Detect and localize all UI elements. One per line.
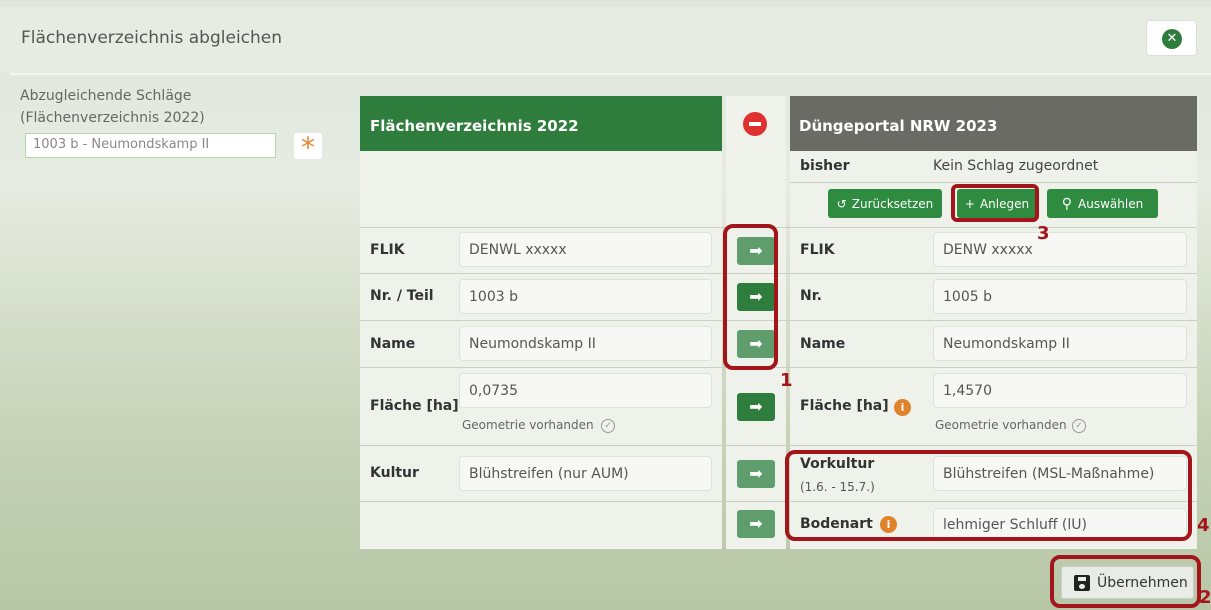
row-divider bbox=[360, 320, 1197, 321]
source-flik-label: FLIK bbox=[370, 242, 405, 258]
save-button[interactable]: Übernehmen bbox=[1061, 566, 1194, 599]
source-area-field: 0,0735 bbox=[459, 373, 712, 408]
close-icon: ✕ bbox=[1162, 29, 1182, 49]
source-nr-label: Nr. / Teil bbox=[370, 288, 434, 304]
required-asterisk-icon: * bbox=[294, 133, 322, 163]
save-button-label: Übernehmen bbox=[1097, 574, 1188, 591]
plot-select-input[interactable]: 1003 b - Neumondskamp II bbox=[25, 133, 276, 158]
source-name-field: Neumondskamp II bbox=[459, 326, 712, 361]
target-name-field[interactable]: Neumondskamp II bbox=[933, 326, 1187, 361]
row-divider bbox=[360, 367, 1197, 368]
reset-button-label: Zurücksetzen bbox=[851, 196, 934, 211]
callout-number-4: 4 bbox=[1197, 515, 1210, 536]
arrow-right-icon: ➡ bbox=[749, 397, 763, 416]
target-geometry-status: Geometrie vorhanden bbox=[935, 418, 1067, 432]
bisher-label: bisher bbox=[800, 158, 850, 174]
row-divider bbox=[360, 227, 1197, 228]
target-flik-field[interactable]: DENW xxxxx bbox=[933, 232, 1187, 267]
close-button[interactable]: ✕ bbox=[1146, 20, 1197, 56]
transfer-soil-button[interactable]: ➡ bbox=[737, 510, 775, 538]
left-label-line1: Abzugleichende Schläge bbox=[20, 88, 192, 104]
target-flik-label: FLIK bbox=[800, 242, 835, 258]
floppy-disk-icon bbox=[1074, 574, 1090, 591]
row-divider bbox=[790, 182, 1197, 183]
callout-number-3: 3 bbox=[1037, 223, 1050, 244]
transfer-culture-button[interactable]: ➡ bbox=[737, 460, 775, 488]
reset-button[interactable]: ↺ Zurücksetzen bbox=[828, 189, 942, 218]
select-button-label: Auswählen bbox=[1078, 196, 1144, 211]
undo-icon: ↺ bbox=[836, 196, 847, 211]
row-divider bbox=[360, 445, 1197, 446]
target-area-label: Fläche [ha] bbox=[800, 398, 889, 414]
row-divider bbox=[360, 273, 1197, 274]
callout-box-1 bbox=[723, 224, 778, 370]
check-circle-icon: ✓ bbox=[601, 419, 615, 433]
transfer-area-button[interactable]: ➡ bbox=[737, 393, 775, 421]
arrow-right-icon: ➡ bbox=[749, 464, 763, 483]
select-button[interactable]: ⚲ Auswählen bbox=[1047, 189, 1158, 218]
bisher-value: Kein Schlag zugeordnet bbox=[933, 158, 1099, 174]
source-geometry-status: Geometrie vorhanden bbox=[462, 418, 594, 432]
source-culture-label: Kultur bbox=[370, 465, 419, 481]
source-flik-field: DENWL xxxxx bbox=[459, 232, 712, 267]
callout-number-2: 2 bbox=[1199, 587, 1211, 608]
target-nr-label: Nr. bbox=[800, 288, 822, 304]
remove-icon[interactable] bbox=[743, 112, 767, 136]
source-nr-field: 1003 b bbox=[459, 279, 712, 314]
target-name-label: Name bbox=[800, 336, 846, 352]
search-icon: ⚲ bbox=[1061, 195, 1073, 212]
target-header: Düngeportal NRW 2023 bbox=[790, 96, 1197, 151]
callout-box-3 bbox=[951, 184, 1039, 222]
callout-number-1: 1 bbox=[780, 370, 793, 391]
check-circle-icon: ✓ bbox=[1072, 419, 1086, 433]
dialog-title: Flächenverzeichnis abgleichen bbox=[21, 28, 283, 48]
target-nr-field[interactable]: 1005 b bbox=[933, 279, 1187, 314]
callout-box-4 bbox=[785, 450, 1192, 541]
info-icon[interactable]: i bbox=[894, 399, 911, 416]
source-area-label: Fläche [ha] bbox=[370, 398, 459, 414]
target-area-field[interactable]: 1,4570 bbox=[933, 373, 1187, 408]
left-label-line2: (Flächenverzeichnis 2022) bbox=[20, 110, 205, 126]
source-culture-field: Blühstreifen (nur AUM) bbox=[459, 456, 712, 491]
header-divider bbox=[10, 73, 1211, 75]
source-header: Flächenverzeichnis 2022 bbox=[360, 96, 722, 151]
arrow-right-icon: ➡ bbox=[749, 514, 763, 533]
source-name-label: Name bbox=[370, 336, 416, 352]
